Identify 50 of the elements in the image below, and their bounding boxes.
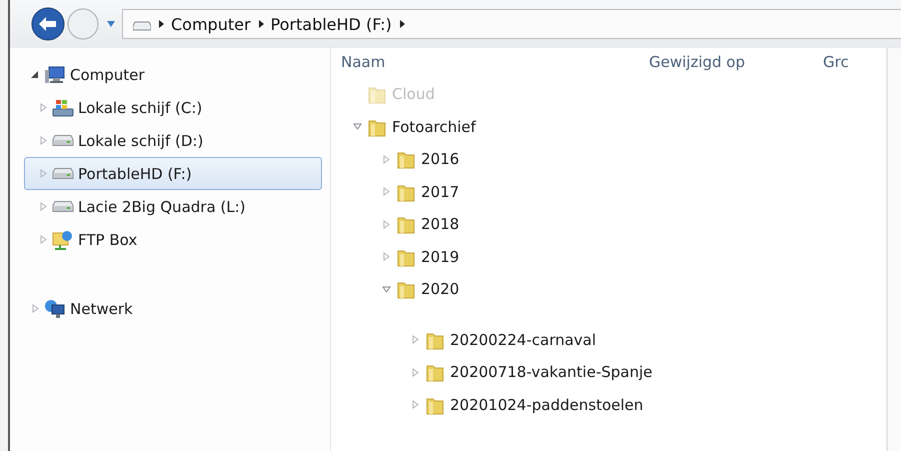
expand-arrow-icon — [382, 187, 391, 196]
expand-arrow-icon — [39, 202, 48, 211]
chevron-icon — [398, 19, 406, 29]
folder-row[interactable]: 2019 — [341, 240, 886, 273]
column-header[interactable]: Grc — [823, 53, 863, 71]
folder-row[interactable]: 2020 — [341, 273, 886, 306]
collapse-arrow-icon — [353, 122, 362, 132]
expand-arrow-icon — [39, 103, 48, 112]
drive-icon — [52, 201, 74, 212]
computer-icon — [44, 64, 66, 84]
expand-arrow-icon — [411, 368, 420, 377]
folder-row[interactable]: 20201024-paddenstoelen — [341, 388, 886, 421]
folder-row[interactable]: 2018 — [341, 208, 886, 240]
tree-item[interactable]: Lacie 2Big Quadra (L:) — [24, 190, 322, 223]
folder-row[interactable]: Fotoarchief — [341, 110, 886, 143]
expand-arrow-icon — [39, 169, 48, 178]
expand-arrow-icon — [31, 304, 40, 313]
expand-arrow-icon — [382, 252, 391, 262]
tree-item[interactable]: PortableHD (F:) — [24, 157, 322, 190]
collapse-arrow-icon — [31, 70, 40, 79]
column-header[interactable]: Gewijzigd op — [649, 53, 823, 71]
tree-item[interactable]: Computer — [24, 58, 322, 91]
tree-item[interactable]: FTP Box — [24, 223, 322, 256]
windows-drive-icon — [52, 98, 74, 118]
expand-arrow-icon — [411, 400, 420, 410]
collapse-arrow-icon — [382, 284, 391, 294]
folder-row[interactable]: 2016 — [341, 143, 886, 176]
network-icon — [44, 298, 66, 318]
drive-icon — [52, 135, 74, 146]
expand-arrow-icon — [39, 136, 48, 145]
expand-arrow-icon — [382, 220, 391, 229]
folder-row[interactable]: 2017 — [341, 176, 886, 208]
column-header[interactable]: Naam — [341, 53, 649, 71]
back-button[interactable] — [30, 6, 66, 42]
breadcrumb-item[interactable]: PortableHD (F:) — [270, 14, 392, 34]
chevron-icon — [157, 19, 165, 29]
chevron-icon — [256, 19, 265, 29]
network-folder-icon — [52, 230, 74, 250]
expand-arrow-icon — [39, 235, 48, 244]
tree-item[interactable]: Lokale schijf (C:) — [24, 91, 322, 124]
expand-arrow-icon — [411, 335, 420, 344]
address-bar[interactable]: Computer PortableHD (F:) — [122, 9, 901, 39]
expand-arrow-icon — [382, 154, 391, 164]
recent-pages-dropdown[interactable] — [106, 20, 116, 28]
tree-item[interactable]: Netwerk — [24, 292, 322, 325]
drive-icon — [52, 168, 74, 179]
breadcrumb-item[interactable]: Computer — [171, 14, 251, 34]
tree-item[interactable]: Lokale schijf (D:) — [24, 124, 322, 157]
folder-row[interactable]: 20200718-vakantie-Spanje — [341, 356, 886, 388]
folder-row[interactable]: 20200224-carnaval — [341, 324, 886, 356]
